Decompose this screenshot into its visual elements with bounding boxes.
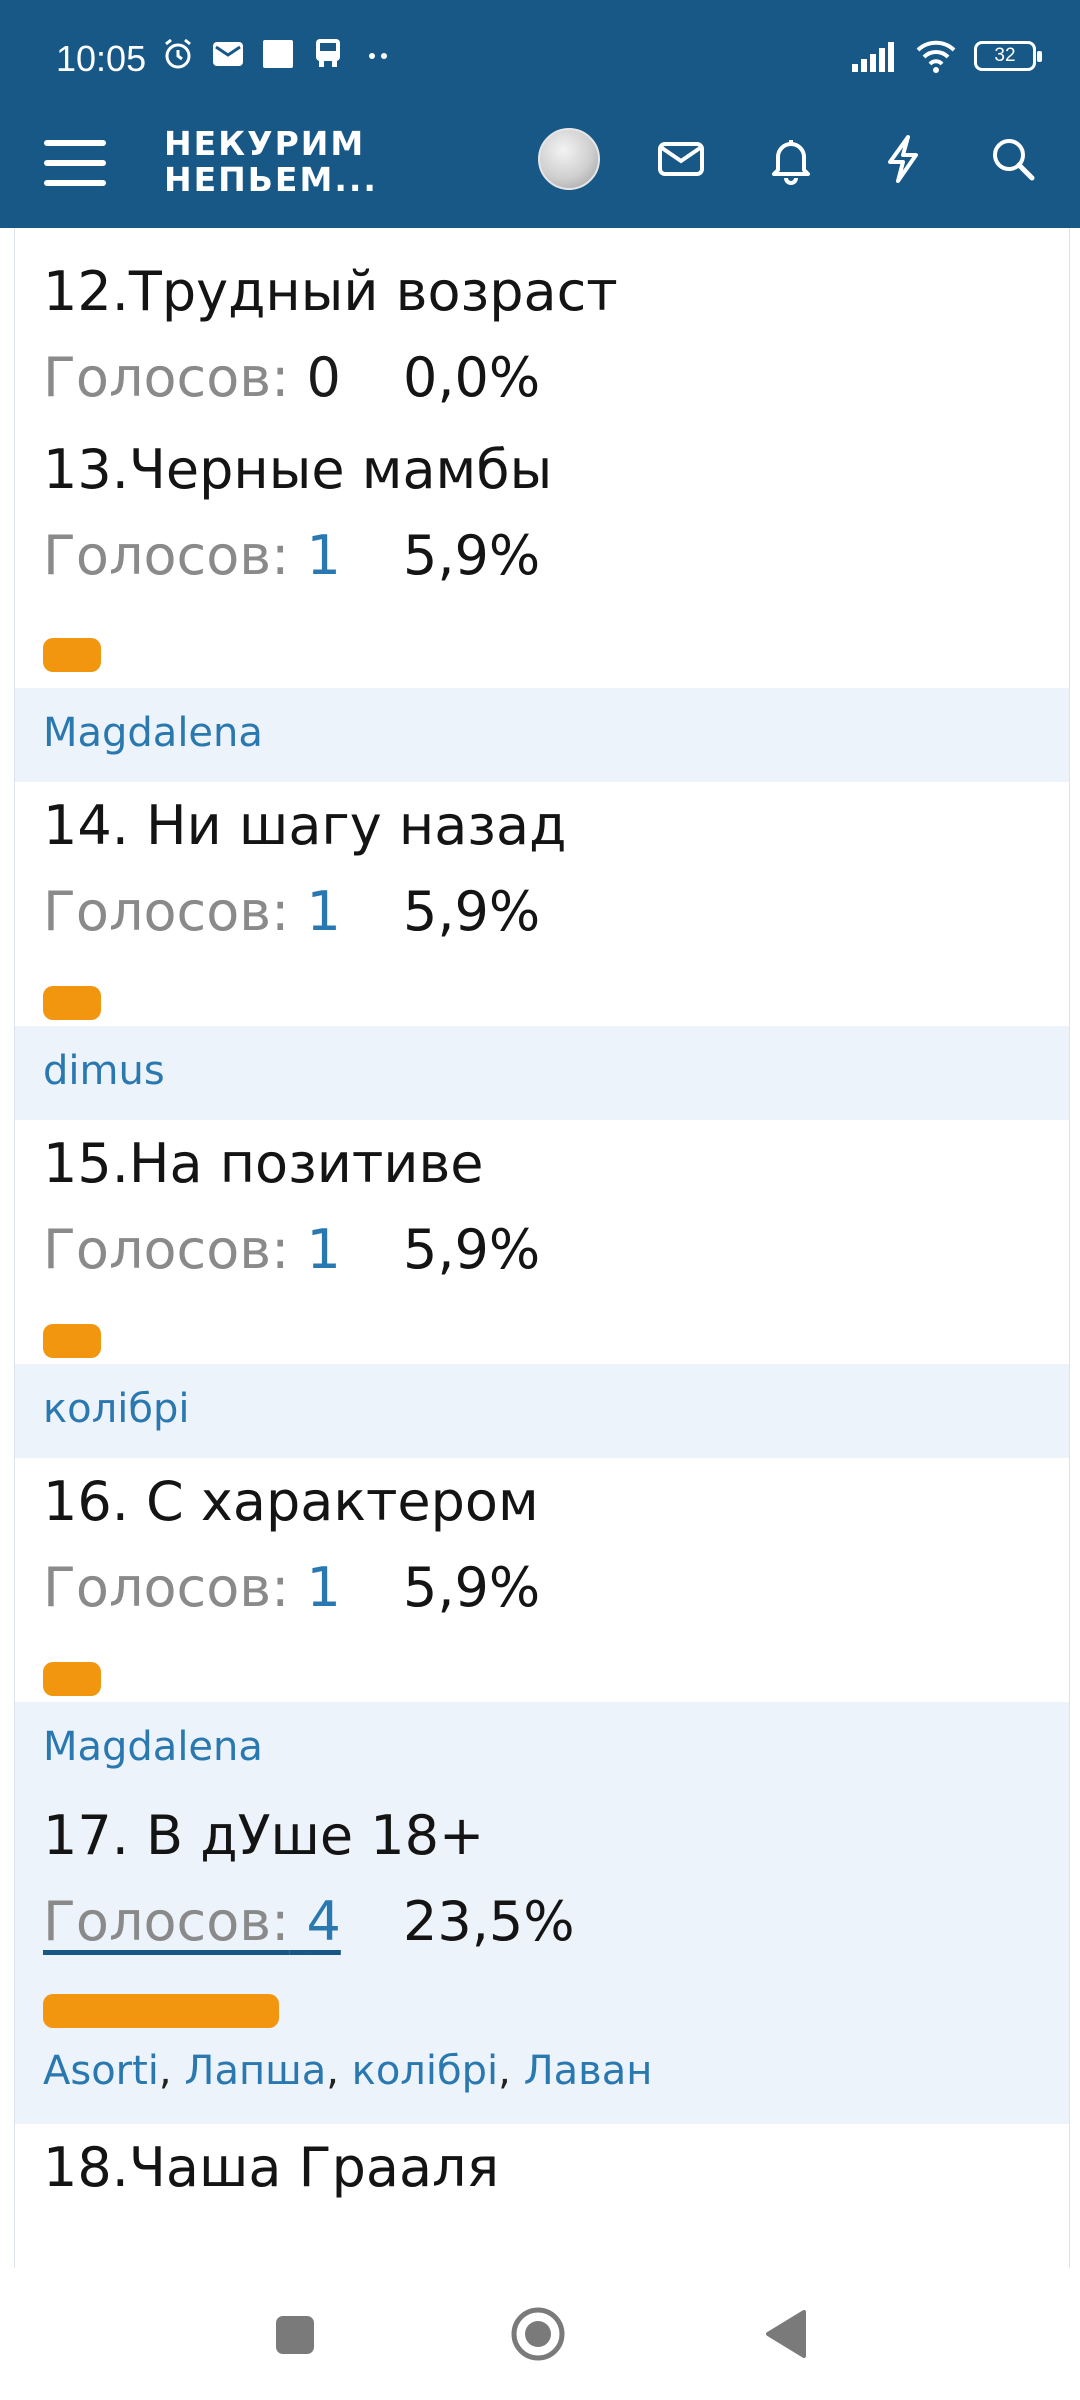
votes-label: Голосов:	[43, 1556, 290, 1619]
vote-bar	[43, 1324, 101, 1358]
votes-percent: 5,9%	[403, 880, 541, 943]
logo-line-2: НЕПЬЕМ...	[164, 160, 378, 199]
system-navigation-bar	[0, 2268, 1080, 2400]
poll-option: 18.Чаша Грааля	[15, 2124, 1069, 2268]
option-title: 15.На позитиве	[43, 1132, 484, 1195]
vote-bar	[43, 1662, 101, 1696]
votes-line[interactable]: Голосов: 1	[43, 1218, 341, 1281]
back-button[interactable]	[760, 2308, 810, 2360]
votes-label: Голосов:	[43, 880, 290, 943]
option-title: 16. С характером	[43, 1470, 539, 1533]
poll-option: 15.На позитиве Голосов: 1 5,9%	[15, 1120, 1069, 1364]
bus-icon	[316, 39, 340, 67]
site-logo[interactable]: НЕКУРИМ НЕПЬЕМ...	[164, 126, 378, 198]
voter-separator: ,	[498, 2048, 524, 2094]
votes-count[interactable]: 4	[306, 1890, 340, 1953]
voters-list: dimus	[43, 1048, 165, 1094]
poll-option: 16. С характером Голосов: 1 5,9%	[15, 1458, 1069, 1702]
votes-label: Голосов:	[43, 346, 290, 409]
option-title: 14. Ни шагу назад	[43, 794, 567, 857]
status-bar: 10:05 32	[0, 0, 1080, 120]
home-button[interactable]	[510, 2306, 566, 2362]
option-title: 17. В дУше 18+	[43, 1804, 485, 1867]
square-icon	[263, 40, 293, 68]
option-title: 12.Трудный возраст	[43, 260, 618, 323]
voters-list: Asorti, Лапша, колібрі, Лаван	[43, 2048, 652, 2094]
voter-link[interactable]: колібрі	[43, 1386, 189, 1432]
votes-line[interactable]: Голосов: 1	[43, 880, 341, 943]
votes-count: 0	[306, 346, 341, 409]
votes-percent: 5,9%	[403, 1218, 541, 1281]
votes-percent: 5,9%	[403, 1556, 541, 1619]
votes-percent: 5,9%	[403, 524, 541, 587]
poll-results: 12.Трудный возраст Голосов: 0 0,0% 13.Че…	[14, 228, 1070, 2268]
voters-row: dimus	[15, 1026, 1069, 1120]
voter-separator: ,	[326, 2048, 352, 2094]
votes-percent: 23,5%	[403, 1890, 575, 1953]
mail-icon	[213, 42, 243, 66]
votes-line: Голосов: 0	[43, 346, 341, 409]
poll-option-highlighted: 17. В дУше 18+ Голосов: 4 23,5%	[15, 1796, 1069, 2030]
voters-row: Magdalena	[15, 688, 1069, 782]
battery-icon: 32	[974, 41, 1042, 71]
app-header: 10:05 32 НЕКУРИМ НЕПЬЕМ...	[0, 0, 1080, 228]
mail-icon[interactable]	[654, 132, 708, 186]
voters-row: Asorti, Лапша, колібрі, Лаван	[15, 2030, 1069, 2124]
vote-bar	[43, 986, 101, 1020]
voter-separator: ,	[158, 2048, 185, 2094]
voter-link[interactable]: dimus	[43, 1048, 165, 1094]
more-dots-icon	[369, 53, 387, 59]
battery-level: 32	[994, 45, 1016, 66]
votes-label: Голосов:	[43, 524, 290, 587]
status-icons-left	[160, 36, 396, 72]
voters-row: колібрі	[15, 1364, 1069, 1458]
votes-count[interactable]: 1	[306, 1218, 340, 1281]
lightning-icon[interactable]	[876, 132, 930, 186]
status-time: 10:05	[56, 38, 147, 79]
avatar[interactable]	[538, 128, 600, 190]
voters-row: Magdalena	[15, 1702, 1069, 1796]
voter-link[interactable]: Magdalena	[43, 1724, 263, 1770]
recents-button[interactable]	[276, 2316, 314, 2354]
votes-count[interactable]: 1	[306, 524, 340, 587]
voter-link[interactable]: Magdalena	[43, 710, 263, 756]
status-icons-right: 32	[850, 38, 1042, 74]
voter-link[interactable]: Asorti	[43, 2048, 159, 2094]
navigation-bar: НЕКУРИМ НЕПЬЕМ...	[0, 120, 1080, 228]
search-icon[interactable]	[986, 132, 1040, 186]
option-title: 18.Чаша Грааля	[43, 2136, 500, 2199]
logo-line-1: НЕКУРИМ	[164, 124, 366, 163]
option-title: 13.Черные мамбы	[43, 438, 553, 501]
votes-percent: 0,0%	[403, 346, 541, 409]
votes-label: Голосов:	[43, 1890, 290, 1953]
voters-list: колібрі	[43, 1386, 189, 1432]
signal-icon	[852, 42, 894, 72]
vote-bar	[43, 638, 101, 672]
menu-icon[interactable]	[44, 132, 106, 194]
poll-option: 14. Ни шагу назад Голосов: 1 5,9%	[15, 782, 1069, 1026]
poll-option: 13.Черные мамбы Голосов: 1 5,9%	[15, 428, 1069, 688]
votes-line[interactable]: Голосов: 1	[43, 524, 341, 587]
voter-link[interactable]: Лапша	[184, 2048, 326, 2094]
voters-list: Magdalena	[43, 1724, 263, 1770]
voter-link[interactable]: Лаван	[524, 2048, 653, 2094]
bell-icon[interactable]	[764, 132, 818, 186]
vote-bar	[43, 1994, 279, 2028]
votes-line[interactable]: Голосов: 4	[43, 1890, 341, 1953]
votes-count[interactable]: 1	[306, 1556, 340, 1619]
voters-list: Magdalena	[43, 710, 263, 756]
wifi-icon	[916, 40, 956, 73]
votes-label: Голосов:	[43, 1218, 290, 1281]
votes-line[interactable]: Голосов: 1	[43, 1556, 341, 1619]
votes-count[interactable]: 1	[306, 880, 340, 943]
poll-option: 12.Трудный возраст Голосов: 0 0,0%	[15, 228, 1069, 428]
voter-link[interactable]: колібрі	[352, 2048, 498, 2094]
alarm-icon	[165, 38, 191, 69]
